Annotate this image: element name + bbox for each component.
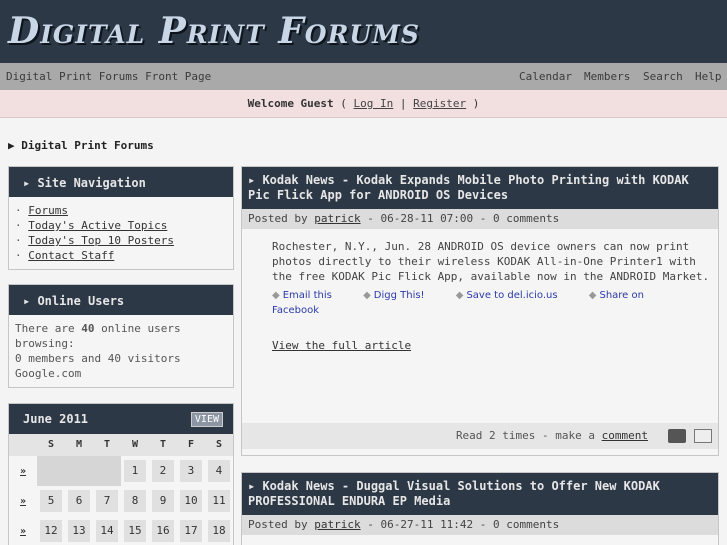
share-email-link[interactable]: ◆ Email this — [272, 290, 346, 301]
nav-members[interactable]: Members — [584, 70, 630, 83]
post-read-count: Read 2 times - make a — [455, 429, 602, 442]
nav-search[interactable]: Search — [643, 70, 683, 83]
post-footer: Read 2 times - make a comment — [242, 423, 718, 449]
calendar-week-row: » 5 6 7 8 9 10 11 — [9, 486, 233, 516]
share-digg-link[interactable]: ◆ Digg This! — [363, 290, 439, 301]
calendar-day[interactable]: 15 — [124, 520, 146, 542]
post-text: Rochester, N.Y., Jun. 28 ANDROID OS devi… — [272, 240, 710, 283]
calendar-day[interactable]: 9 — [152, 490, 174, 512]
online-users-title: ▸ Online Users — [9, 285, 233, 315]
calendar-day[interactable]: 2 — [151, 460, 174, 482]
login-link[interactable]: Log In — [354, 97, 394, 110]
calendar-day[interactable]: 13 — [68, 520, 90, 542]
diamond-icon: ◆ — [455, 290, 464, 301]
calendar-day[interactable]: 14 — [96, 520, 118, 542]
diamond-icon: ◆ — [588, 290, 597, 301]
news-post: ▸ Kodak News - Duggal Visual Solutions t… — [241, 472, 719, 545]
post-meta: Posted by patrick - 06-27-11 11:42 - 0 c… — [242, 515, 718, 535]
site-header: Digital Print Forums — [0, 0, 727, 63]
printer-icon[interactable] — [668, 429, 686, 443]
breadcrumb[interactable]: ▶ Digital Print Forums — [8, 139, 154, 152]
calendar-day[interactable]: 16 — [152, 520, 174, 542]
calendar-weekdays: SMTWTFS — [9, 434, 233, 456]
calendar-day[interactable]: 18 — [208, 520, 230, 542]
site-logo[interactable]: Digital Print Forums — [8, 10, 420, 52]
calendar-week-link[interactable]: » — [9, 466, 37, 477]
nav-front-page[interactable]: Digital Print Forums Front Page — [6, 70, 211, 83]
post-comment-link[interactable]: comment — [602, 429, 648, 442]
calendar-day[interactable]: 12 — [40, 520, 62, 542]
calendar-day[interactable]: 1 — [123, 460, 146, 482]
post-meta: Posted by patrick - 06-28-11 07:00 - 0 c… — [242, 209, 718, 229]
welcome-text: Welcome Guest — [247, 97, 334, 110]
site-navigation-box: ▸ Site Navigation · Forums · Today's Act… — [8, 166, 234, 270]
diamond-icon: ◆ — [363, 290, 371, 301]
calendar-box: June 2011 VIEW SMTWTFS » 1 2 3 4 » 5 6 7… — [8, 403, 234, 545]
calendar-day[interactable]: 6 — [68, 490, 90, 512]
calendar-day[interactable]: 10 — [180, 490, 202, 512]
calendar-view-button[interactable]: VIEW — [190, 412, 223, 427]
nav-contact-staff-link[interactable]: Contact Staff — [28, 249, 114, 262]
news-post: ▸ Kodak News - Kodak Expands Mobile Phot… — [241, 166, 719, 456]
share-delicious-link[interactable]: ◆ Save to del.icio.us — [456, 290, 572, 301]
site-navigation-title: ▸ Site Navigation — [9, 167, 233, 197]
online-users-count: There are 40 online users browsing: — [15, 322, 181, 350]
nav-top-posters-link[interactable]: Today's Top 10 Posters — [28, 234, 174, 247]
nav-active-topics-link[interactable]: Today's Active Topics — [28, 219, 167, 232]
calendar-week-row: » 1 2 3 4 — [9, 456, 233, 486]
calendar-day[interactable]: 3 — [179, 460, 202, 482]
register-link[interactable]: Register — [413, 97, 466, 110]
view-full-article-link[interactable]: View the full article — [272, 339, 411, 352]
calendar-week-link[interactable]: » — [9, 496, 37, 507]
email-icon[interactable] — [694, 429, 712, 443]
online-users-breakdown: 0 members and 40 visitors — [15, 352, 181, 365]
post-title[interactable]: ▸ Kodak News - Duggal Visual Solutions t… — [242, 473, 718, 515]
diamond-icon: ◆ — [272, 290, 280, 301]
online-users-box: ▸ Online Users There are 40 online users… — [8, 284, 234, 388]
calendar-week-link[interactable]: » — [9, 526, 37, 537]
nav-calendar[interactable]: Calendar — [519, 70, 572, 83]
post-title[interactable]: ▸ Kodak News - Kodak Expands Mobile Phot… — [242, 167, 718, 209]
calendar-week-row: » 12 13 14 15 16 17 18 — [9, 516, 233, 545]
welcome-bar: Welcome Guest ( Log In | Register ) — [0, 90, 727, 118]
online-users-bot: Google.com — [15, 367, 82, 380]
share-links: ◆ Email this ◆ Digg This! ◆ Save to del.ici… — [272, 288, 710, 318]
calendar-day[interactable]: 17 — [180, 520, 202, 542]
top-navbar: Digital Print Forums Front Page Calendar… — [0, 63, 727, 90]
post-author-link[interactable]: patrick — [314, 518, 360, 531]
nav-forums-link[interactable]: Forums — [28, 204, 68, 217]
calendar-day[interactable]: 11 — [208, 490, 230, 512]
calendar-title: June 2011 VIEW — [9, 404, 233, 434]
post-body: Rochester, N.Y., Jun. 28 ANDROID OS devi… — [242, 229, 718, 423]
calendar-day[interactable]: 4 — [207, 460, 230, 482]
post-author-link[interactable]: patrick — [314, 212, 360, 225]
calendar-day[interactable]: 7 — [96, 490, 118, 512]
calendar-day[interactable]: 5 — [40, 490, 62, 512]
calendar-day[interactable]: 8 — [124, 490, 146, 512]
nav-help[interactable]: Help — [695, 70, 722, 83]
